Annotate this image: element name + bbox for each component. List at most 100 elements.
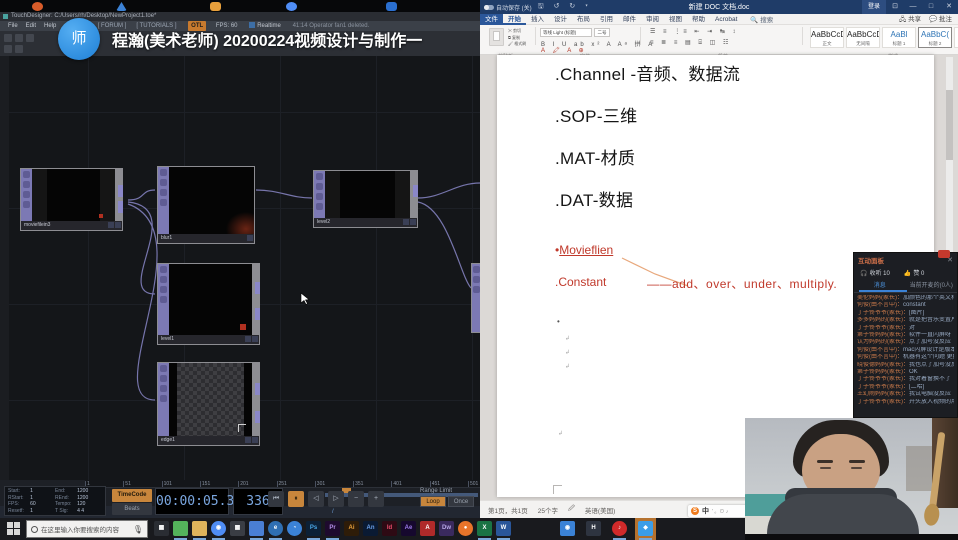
transport-button-4[interactable]: − — [348, 491, 364, 507]
style-标题 1[interactable]: AaBl标题 1 — [882, 27, 916, 48]
taskbar-icon-huawei-share[interactable]: H — [586, 521, 601, 536]
node-flags[interactable] — [158, 363, 169, 436]
autosave-toggle-icon[interactable] — [484, 5, 494, 10]
node-output-connector[interactable] — [255, 411, 260, 423]
taskbar-icon-qq[interactable] — [249, 521, 264, 536]
node-flags[interactable] — [158, 264, 169, 335]
paragraph-tools-row2[interactable]: ≡ ≣ ≡ ▤ ⌸ ◫ ☷ — [650, 39, 731, 47]
node-name-bar[interactable]: moviefilein3 — [21, 221, 122, 230]
taskbar-search[interactable]: 在这里输入你要搜索的内容 🎙 — [26, 520, 148, 538]
proofing-icon[interactable]: 🖉 — [568, 504, 575, 515]
tab-messages[interactable]: 消息 — [854, 280, 906, 289]
node-output-connector[interactable] — [255, 383, 260, 395]
taskbar-icon-photoshop[interactable]: Ps — [306, 521, 321, 536]
language-indicator[interactable]: 英语(美国) — [585, 505, 615, 515]
taskbar-icon-task-view[interactable]: ▦ — [154, 521, 169, 536]
node-name-bar[interactable]: edge1 — [158, 436, 259, 445]
transport-button-1[interactable]: ⏸ — [288, 491, 304, 507]
taskbar-icon-baidu-pan[interactable]: ◔ — [287, 521, 302, 536]
style-正文[interactable]: AaBbCcD正文 — [810, 27, 844, 48]
ime-mode[interactable]: 中 — [702, 506, 709, 516]
td-toolbar-icon[interactable] — [4, 34, 12, 42]
node-output-connector[interactable] — [118, 201, 123, 213]
tab-设计[interactable]: 设计 — [549, 14, 572, 25]
taskbar-icon-firefox[interactable]: ● — [458, 521, 473, 536]
beats-mode-button[interactable]: Beats — [112, 503, 152, 516]
login-button[interactable]: 登录 — [862, 0, 886, 14]
taskbar-icon-word[interactable]: W — [496, 521, 511, 536]
tab-插入[interactable]: 插入 — [526, 14, 549, 25]
desktop-icon[interactable] — [386, 2, 397, 11]
clipboard-items[interactable]: ✂ 剪切 ⧉ 复制 🖌 格式刷 — [508, 28, 526, 48]
start-button[interactable] — [7, 522, 20, 535]
taskbar-icon-file-explorer[interactable] — [192, 521, 207, 536]
node-output-connector[interactable] — [255, 308, 260, 320]
vertical-scrollbar-thumb[interactable] — [946, 90, 953, 160]
taskbar-icon-dingtalk[interactable]: ◆ — [638, 521, 653, 536]
td-toolbar-icon[interactable] — [4, 45, 12, 53]
tab-视图[interactable]: 视图 — [664, 14, 687, 25]
node-display-toggle[interactable] — [247, 235, 253, 241]
paragraph-tools-row1[interactable]: ☰ ≡ ⋮≡ ⇤ ⇥ ↹ ↕ — [650, 28, 738, 35]
transport-button-3[interactable]: ▷ — [328, 491, 344, 507]
style-标题 3[interactable]: AaBbC标题 3 — [954, 27, 958, 48]
ime-tools[interactable]: ' 。⊙ ♪ — [712, 508, 728, 515]
timecode-mode-button[interactable]: TimeCode — [112, 489, 152, 502]
loop-button[interactable]: Loop — [420, 496, 446, 507]
node-display-toggle[interactable] — [403, 219, 409, 225]
td-network-editor[interactable]: moviefilein3 blur1 — [0, 56, 480, 480]
desktop-icon[interactable] — [286, 2, 297, 11]
node-add-button[interactable] — [115, 222, 121, 228]
font-name-select[interactable]: 等线 Light (标题) — [540, 28, 592, 37]
sogou-icon[interactable]: S — [691, 507, 699, 515]
page-indicator[interactable]: 第1页，共1页 — [488, 505, 528, 515]
taskbar-icon-wechat[interactable] — [173, 521, 188, 536]
td-toolbar-icon[interactable] — [15, 45, 23, 53]
node-name-bar[interactable]: level1 — [158, 335, 259, 344]
taskbar-icon-acrobat[interactable]: A — [420, 521, 435, 536]
once-button[interactable]: Once — [448, 496, 474, 507]
taskbar-icon-chrome[interactable]: ◉ — [211, 521, 226, 536]
tab-引用[interactable]: 引用 — [595, 14, 618, 25]
autosave-toggle[interactable]: 自动保存 (关) — [484, 3, 532, 12]
node-flags[interactable] — [314, 171, 325, 218]
desktop-icon[interactable] — [116, 2, 127, 11]
node-output-connector[interactable] — [255, 282, 260, 294]
font-size-select[interactable]: 二号 — [594, 28, 610, 37]
share-button[interactable]: 🖧 共享 — [899, 13, 921, 26]
taskbar-icon-after-effects[interactable]: Ae — [401, 521, 416, 536]
node-edge1[interactable]: edge1 — [157, 362, 260, 446]
node-flags[interactable] — [158, 167, 169, 234]
node-display-toggle[interactable] — [245, 336, 251, 342]
word-titlebar[interactable]: 自动保存 (关) 🖫 ↺ ↻ ▾ 新建 DOC 文档.doc 登录 ⊡ — □ … — [480, 0, 958, 14]
node-output-connector[interactable] — [413, 185, 418, 197]
node-moviefilein3[interactable]: moviefilein3 — [20, 168, 123, 231]
chat-notification-badge[interactable] — [938, 250, 950, 258]
word-count[interactable]: 25个字 — [538, 505, 558, 515]
tab-布局[interactable]: 布局 — [572, 14, 595, 25]
taskbar-icon-illustrator[interactable]: Ai — [344, 521, 359, 536]
taskbar-icon-premiere[interactable]: Pr — [325, 521, 340, 536]
transport-button-0[interactable]: ⏮ — [268, 491, 284, 507]
node-display-toggle[interactable] — [108, 222, 114, 228]
taskbar-icon-screen-record[interactable]: ◉ — [560, 521, 575, 536]
node-add-button[interactable] — [410, 219, 416, 225]
tab-file[interactable]: 文件 — [480, 14, 503, 25]
td-toolbar-icon[interactable] — [26, 34, 34, 42]
paste-button[interactable] — [489, 28, 504, 46]
comments-button[interactable]: 💬 批注 — [929, 13, 952, 26]
td-menu-help[interactable]: Help — [44, 21, 56, 31]
transport-button-2[interactable]: ◁ — [308, 491, 324, 507]
td-menu-file[interactable]: File — [8, 21, 18, 31]
node-output-connector[interactable] — [118, 185, 123, 197]
desktop-icon[interactable] — [210, 2, 221, 11]
quick-access-toolbar[interactable]: 🖫 ↺ ↻ ▾ — [538, 2, 592, 13]
node-add-button[interactable] — [252, 437, 258, 443]
tab-邮件[interactable]: 邮件 — [618, 14, 641, 25]
taskbar-icon-animate[interactable]: An — [363, 521, 378, 536]
taskbar-icon-dreamweaver[interactable]: Dw — [439, 521, 454, 536]
transport-button-5[interactable]: + — [368, 491, 384, 507]
node-level1[interactable]: level1 — [157, 263, 260, 345]
node-add-button[interactable] — [252, 336, 258, 342]
taskbar-icon-excel[interactable]: X — [477, 521, 492, 536]
